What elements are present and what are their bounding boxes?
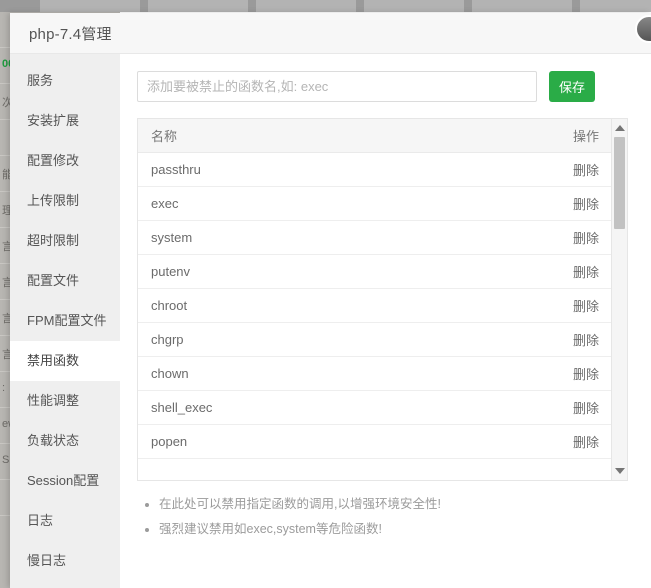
delete-link[interactable]: 删除 (573, 163, 599, 178)
sidebar-item-7[interactable]: 禁用函数 (10, 341, 120, 381)
sidebar-item-label: 配置修改 (27, 153, 80, 168)
sidebar-item-11[interactable]: 日志 (10, 501, 120, 541)
table-head: 名称 操作 (138, 119, 612, 153)
sidebar-item-label: 配置文件 (27, 273, 80, 288)
table-row: chroot 删除 (138, 288, 612, 323)
column-header-action: 操作 (375, 119, 612, 153)
cell-function-name: chown (138, 356, 375, 391)
background-topbar-segment (472, 0, 572, 12)
disabled-functions-table: 名称 操作 passthru 删除 exec 删除 system 删除 putenv 删除 ch… (138, 119, 612, 459)
sidebar-item-label: 服务 (27, 73, 54, 88)
table-scroll-viewport: 名称 操作 passthru 删除 exec 删除 system 删除 putenv 删除 ch… (138, 119, 612, 480)
table-row: popen 删除 (138, 424, 612, 459)
sidebar-item-label: 禁用函数 (27, 353, 80, 368)
sidebar-item-0[interactable]: 服务 (10, 61, 120, 101)
cell-action: 删除 (375, 356, 612, 391)
page-root: 00次能理言言言言:ewS php-7.4管理 服务安装扩展配置修改上传限制超时… (0, 0, 651, 588)
cell-function-name: system (138, 220, 375, 255)
cell-function-name: chroot (138, 288, 375, 323)
sidebar-item-label: 性能调整 (27, 393, 80, 408)
sidebar-item-label: 安装扩展 (27, 113, 80, 128)
delete-link[interactable]: 删除 (573, 299, 599, 314)
save-button[interactable]: 保存 (549, 71, 595, 102)
sidebar-item-label: 日志 (27, 513, 54, 528)
help-notes-list: 在此处可以禁用指定函数的调用,以增强环境安全性!强烈建议禁用如exec,syst… (137, 492, 634, 542)
delete-link[interactable]: 删除 (573, 401, 599, 416)
caret-down-icon[interactable] (615, 468, 625, 474)
sidebar-item-label: FPM配置文件 (27, 313, 107, 328)
table-body: passthru 删除 exec 删除 system 删除 putenv 删除 chroot 删除… (138, 152, 612, 459)
sidebar-item-8[interactable]: 性能调整 (10, 381, 120, 421)
background-topbar-segment (580, 0, 651, 12)
help-note: 强烈建议禁用如exec,system等危险函数! (159, 517, 634, 542)
background-topbar-segment (40, 0, 140, 12)
cell-action: 删除 (375, 152, 612, 187)
cell-function-name: popen (138, 424, 375, 459)
sidebar: 服务安装扩展配置修改上传限制超时限制配置文件 FPM配置文件 禁用函数性能调整负载状… (10, 54, 120, 588)
background-topbar-segment (364, 0, 464, 12)
cell-action: 删除 (375, 390, 612, 425)
sidebar-item-label: 上传限制 (27, 193, 80, 208)
table-header-row: 名称 操作 (138, 119, 612, 153)
table-scrollbar[interactable] (611, 119, 627, 480)
background-topbar-segment (148, 0, 248, 12)
table-row: chgrp 删除 (138, 322, 612, 357)
sidebar-item-label: Session配置 (27, 473, 100, 488)
dialog-header: php-7.4管理 (10, 13, 651, 54)
content-panel: 保存 名称 操作 passthru 删除 exec 删除 system 删除 putenv 删… (120, 54, 651, 588)
delete-link[interactable]: 删除 (573, 333, 599, 348)
table-row: passthru 删除 (138, 152, 612, 187)
disabled-function-input[interactable] (137, 71, 537, 102)
table-row: chown 删除 (138, 356, 612, 391)
cell-function-name: exec (138, 186, 375, 221)
cell-action: 删除 (375, 288, 612, 323)
background-topbar-segment (256, 0, 356, 12)
sidebar-item-5[interactable]: 配置文件 (10, 261, 120, 301)
table-row: exec 删除 (138, 186, 612, 221)
sidebar-item-6[interactable]: FPM配置文件 (10, 301, 120, 341)
cell-action: 删除 (375, 322, 612, 357)
delete-link[interactable]: 删除 (573, 367, 599, 382)
cell-function-name: putenv (138, 254, 375, 289)
scrollbar-thumb[interactable] (614, 137, 625, 229)
sidebar-item-4[interactable]: 超时限制 (10, 221, 120, 261)
add-function-form: 保存 (137, 71, 634, 102)
sidebar-item-3[interactable]: 上传限制 (10, 181, 120, 221)
sidebar-item-12[interactable]: 慢日志 (10, 541, 120, 581)
php-management-dialog: php-7.4管理 服务安装扩展配置修改上传限制超时限制配置文件 FPM配置文件禁… (10, 13, 651, 588)
sidebar-item-label: 负载状态 (27, 433, 80, 448)
close-icon[interactable] (635, 15, 651, 43)
cell-function-name: shell_exec (138, 390, 375, 425)
sidebar-item-9[interactable]: 负载状态 (10, 421, 120, 461)
table-row: shell_exec 删除 (138, 390, 612, 425)
delete-link[interactable]: 删除 (573, 197, 599, 212)
cell-function-name: chgrp (138, 322, 375, 357)
caret-up-icon[interactable] (615, 125, 625, 131)
delete-link[interactable]: 删除 (573, 265, 599, 280)
sidebar-item-2[interactable]: 配置修改 (10, 141, 120, 181)
sidebar-item-1[interactable]: 安装扩展 (10, 101, 120, 141)
disabled-functions-table-wrapper: 名称 操作 passthru 删除 exec 删除 system 删除 putenv 删除 ch… (137, 118, 628, 481)
cell-action: 删除 (375, 220, 612, 255)
page-title: php-7.4管理 (29, 25, 112, 43)
delete-link[interactable]: 删除 (573, 231, 599, 246)
cell-action: 删除 (375, 424, 612, 459)
dialog-body: 服务安装扩展配置修改上传限制超时限制配置文件 FPM配置文件 禁用函数性能调整负载状… (10, 54, 651, 588)
table-row: putenv 删除 (138, 254, 612, 289)
delete-link[interactable]: 删除 (573, 435, 599, 450)
background-topbar (0, 0, 651, 12)
sidebar-item-label: 超时限制 (27, 233, 80, 248)
help-note: 在此处可以禁用指定函数的调用,以增强环境安全性! (159, 492, 634, 517)
cell-function-name: passthru (138, 152, 375, 187)
cell-action: 删除 (375, 254, 612, 289)
cell-action: 删除 (375, 186, 612, 221)
column-header-name: 名称 (138, 119, 375, 153)
table-row: system 删除 (138, 220, 612, 255)
sidebar-item-label: 慢日志 (27, 553, 67, 568)
sidebar-item-10[interactable]: Session配置 (10, 461, 120, 501)
